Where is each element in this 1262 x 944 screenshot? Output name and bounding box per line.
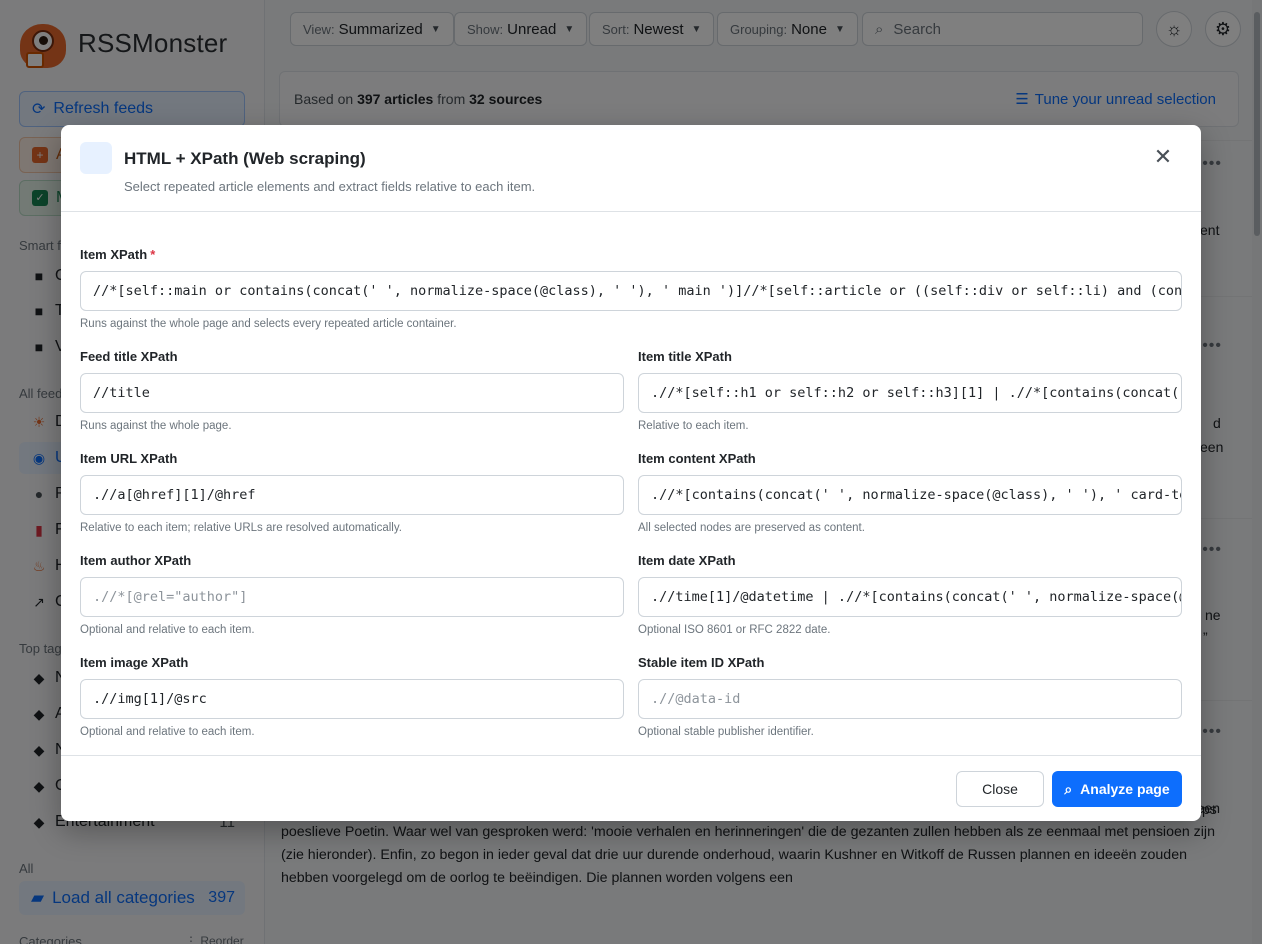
analyze-page-button[interactable]: ⌕ Analyze page bbox=[1052, 771, 1182, 807]
feed-title-xpath-label: Feed title XPath bbox=[80, 349, 178, 364]
item-content-xpath-label: Item content XPath bbox=[638, 451, 756, 466]
item-url-xpath-label: Item URL XPath bbox=[80, 451, 178, 466]
item-content-xpath-field: Item content XPath .//*[contains(concat(… bbox=[638, 451, 1182, 534]
feed-title-xpath-field: Feed title XPath //title Runs against th… bbox=[80, 349, 624, 432]
item-xpath-field: Item XPath * //*[self::main or contains(c… bbox=[80, 247, 1182, 330]
item-title-xpath-input[interactable]: .//*[self::h1 or self::h2 or self::h3][1… bbox=[638, 373, 1182, 413]
item-author-xpath-input[interactable]: .//*[@rel="author"] bbox=[80, 577, 624, 617]
source-type-icon bbox=[80, 142, 112, 174]
item-title-xpath-label: Item title XPath bbox=[638, 349, 732, 364]
item-content-xpath-input[interactable]: .//*[contains(concat(' ', normalize-spac… bbox=[638, 475, 1182, 515]
item-url-xpath-input[interactable]: .//a[@href][1]/@href bbox=[80, 475, 624, 515]
feed-title-xpath-help: Runs against the whole page. bbox=[80, 420, 232, 432]
item-xpath-label: Item XPath * bbox=[80, 247, 156, 262]
close-button[interactable]: Close bbox=[956, 771, 1044, 807]
feed-title-xpath-input[interactable]: //title bbox=[80, 373, 624, 413]
item-image-xpath-field: Item image XPath .//img[1]/@src Optional… bbox=[80, 655, 624, 738]
stable-id-xpath-help: Optional stable publisher identifier. bbox=[638, 726, 814, 738]
modal-subtitle: Select repeated article elements and ext… bbox=[124, 179, 536, 194]
item-author-xpath-field: Item author XPath .//*[@rel="author"] Op… bbox=[80, 553, 624, 636]
modal-footer: Close ⌕ Analyze page bbox=[61, 755, 1201, 821]
item-title-xpath-help: Relative to each item. bbox=[638, 420, 749, 432]
item-xpath-input[interactable]: //*[self::main or contains(concat(' ', n… bbox=[80, 271, 1182, 311]
item-image-xpath-input[interactable]: .//img[1]/@src bbox=[80, 679, 624, 719]
stable-id-xpath-input[interactable]: .//@data-id bbox=[638, 679, 1182, 719]
item-url-xpath-field: Item URL XPath .//a[@href][1]/@href Rela… bbox=[80, 451, 624, 534]
search-icon: ⌕ bbox=[1064, 780, 1073, 797]
item-author-xpath-label: Item author XPath bbox=[80, 553, 192, 568]
item-date-xpath-input[interactable]: .//time[1]/@datetime | .//*[contains(con… bbox=[638, 577, 1182, 617]
xpath-scraping-modal: HTML + XPath (Web scraping) Select repea… bbox=[61, 125, 1201, 821]
item-author-xpath-help: Optional and relative to each item. bbox=[80, 624, 255, 636]
item-date-xpath-label: Item date XPath bbox=[638, 553, 736, 568]
stable-id-xpath-field: Stable item ID XPath .//@data-id Optiona… bbox=[638, 655, 1182, 738]
modal-header: HTML + XPath (Web scraping) Select repea… bbox=[61, 125, 1201, 212]
item-image-xpath-help: Optional and relative to each item. bbox=[80, 726, 255, 738]
required-mark: * bbox=[150, 247, 156, 262]
item-content-xpath-help: All selected nodes are preserved as cont… bbox=[638, 522, 865, 534]
item-date-xpath-field: Item date XPath .//time[1]/@datetime | .… bbox=[638, 553, 1182, 636]
close-icon[interactable]: ✕ bbox=[1151, 145, 1175, 169]
item-date-xpath-help: Optional ISO 8601 or RFC 2822 date. bbox=[638, 624, 831, 636]
item-title-xpath-field: Item title XPath .//*[self::h1 or self::… bbox=[638, 349, 1182, 432]
item-url-xpath-help: Relative to each item; relative URLs are… bbox=[80, 522, 402, 534]
modal-body: Item XPath * //*[self::main or contains(c… bbox=[61, 212, 1201, 755]
item-image-xpath-label: Item image XPath bbox=[80, 655, 189, 670]
item-xpath-help: Runs against the whole page and selects … bbox=[80, 318, 457, 330]
modal-title: HTML + XPath (Web scraping) bbox=[124, 149, 366, 168]
stable-id-xpath-label: Stable item ID XPath bbox=[638, 655, 765, 670]
analyze-page-label: Analyze page bbox=[1080, 781, 1170, 797]
